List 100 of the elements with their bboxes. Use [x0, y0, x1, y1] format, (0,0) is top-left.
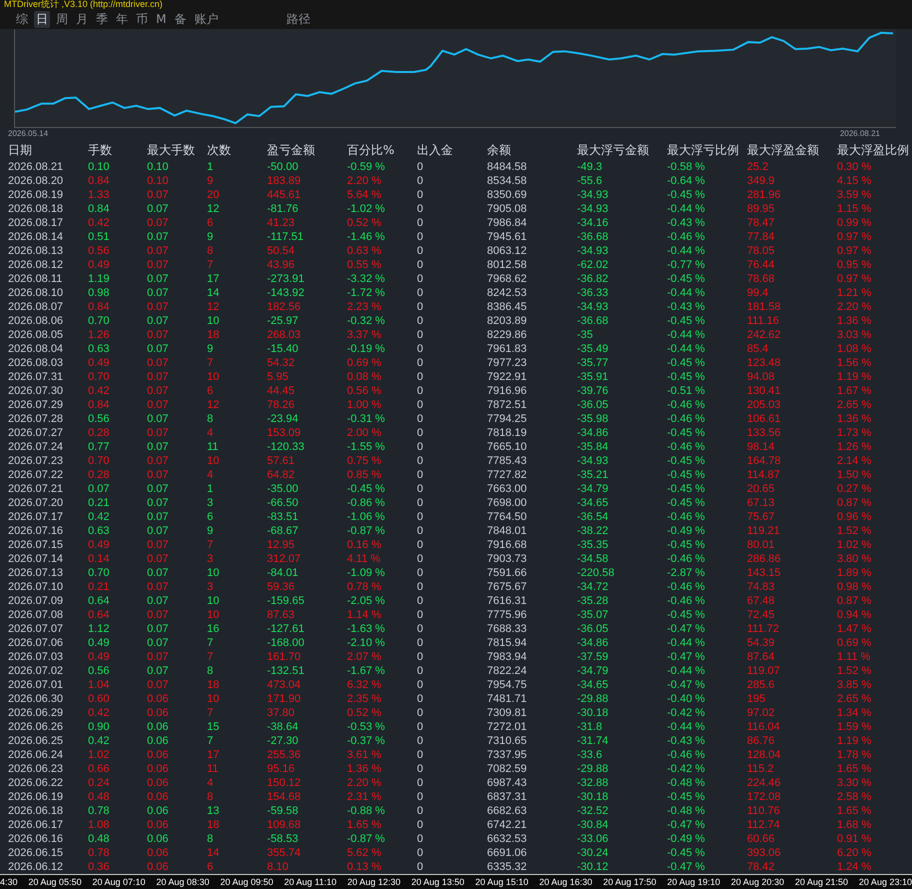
table-cell-text: 17	[207, 748, 220, 762]
table-cell-text: 12	[207, 398, 220, 412]
tab[interactable]: 月	[74, 10, 90, 28]
tab[interactable]: 季	[94, 10, 110, 28]
table-cell-text: -0.43 %	[667, 216, 706, 230]
table-cell-text: 7	[207, 258, 214, 272]
table-cell-text: 182.56	[267, 300, 302, 314]
table-cell-text: -0.31 %	[347, 412, 386, 426]
tab[interactable]: 周	[54, 10, 70, 28]
column-header: 次数	[207, 142, 232, 158]
table-cell-text: 78.42	[747, 860, 776, 874]
table-cell-text: -36.33	[577, 286, 610, 300]
table-cell-text: 10	[207, 454, 220, 468]
table-cell-text: 119.07	[747, 664, 781, 678]
table-cell-text: 2.23 %	[347, 300, 382, 314]
table-cell-text: 2026.07.23	[8, 454, 64, 468]
table-cell-text: 0.36	[88, 860, 110, 874]
tab[interactable]: 备	[172, 10, 188, 28]
table-cell-text: 0	[417, 216, 424, 230]
table-cell-text: -0.44 %	[667, 636, 706, 650]
table-cell-text: 7309.81	[487, 706, 528, 720]
table-cell-text: 0.90	[88, 720, 110, 734]
table-cell-text: 54.39	[747, 636, 776, 650]
table-cell-text: 0.56	[88, 412, 110, 426]
table-cell-text: 18	[207, 818, 220, 832]
table-cell-text: 1.73 %	[837, 426, 872, 440]
table-cell-text: 111.16	[747, 314, 780, 328]
table-cell-text: 0	[417, 552, 424, 566]
table-cell-text: 0.56	[88, 244, 110, 258]
table-cell-text: 2026.08.06	[8, 314, 64, 328]
table-cell-text: 123.48	[747, 356, 782, 370]
tab[interactable]: 路径	[284, 10, 312, 28]
table-cell-text: 0.07	[147, 608, 170, 622]
table-cell-text: -168.00	[267, 636, 306, 650]
tab[interactable]: 币	[134, 10, 150, 28]
table-cell-text: 8	[207, 832, 214, 846]
table-cell-text: 1.08 %	[837, 342, 872, 356]
table-cell-text: -0.45 %	[667, 426, 706, 440]
table-cell-text: 87.63	[267, 608, 296, 622]
table-cell-text: 2026.07.27	[8, 426, 64, 440]
table-cell-text: 0	[417, 454, 424, 468]
table-cell-text: 0	[417, 174, 424, 188]
table-cell-text: 0.16 %	[347, 538, 382, 552]
table-cell-text: 43.96	[267, 258, 296, 272]
table-cell-text: 9	[207, 174, 214, 188]
table-cell-text: 8.10	[267, 860, 290, 874]
table-cell-text: 1.50 %	[837, 468, 872, 482]
table-cell-text: -0.47 %	[667, 678, 706, 692]
tab[interactable]: 账户	[192, 10, 220, 28]
table-cell-text: 6632.53	[487, 832, 528, 846]
table-cell-text: 0.07	[147, 454, 170, 468]
table-cell-text: 6987.43	[487, 776, 528, 790]
table-cell-text: 64.82	[267, 468, 296, 482]
table-cell-text: 0	[417, 314, 424, 328]
table-cell-text: 2026.08.03	[8, 356, 64, 370]
table-cell-text: 3.80 %	[837, 552, 872, 566]
table-cell-text: 37.80	[267, 706, 296, 720]
table-cell-text: 2026.06.22	[8, 776, 64, 790]
table-cell-text: 2026.08.13	[8, 244, 64, 258]
table-cell-text: 0	[417, 748, 424, 762]
table-cell-text: 7794.25	[487, 412, 528, 426]
table-cell-text: 164.78	[747, 454, 782, 468]
table-cell-text: 2026.08.10	[8, 286, 64, 300]
table-cell-text: -33.6	[577, 748, 604, 762]
table-cell-text: 0.06	[147, 846, 170, 860]
table-cell-text: -32.52	[577, 804, 610, 818]
column-header: 余额	[487, 142, 512, 158]
table-cell-text: 0	[417, 678, 424, 692]
table-cell-text: 0.78	[88, 846, 110, 860]
tab[interactable]: 综	[14, 10, 30, 28]
table-cell-text: -0.46 %	[667, 580, 706, 594]
table-cell-text: -34.93	[577, 454, 610, 468]
table-cell-text: 7	[207, 650, 214, 664]
table-cell-text: 0.13 %	[347, 860, 382, 874]
table-cell-text: 0.42	[88, 706, 110, 720]
table-cell-text: 150.12	[267, 776, 302, 790]
tab[interactable]: 日	[34, 10, 50, 28]
table-cell-text: 0.97 %	[837, 230, 872, 244]
table-cell-text: 0.70	[88, 314, 110, 328]
table-cell-text: 0.07	[147, 524, 170, 538]
table-cell-text: 1.36 %	[837, 412, 872, 426]
table-cell-text: 1	[207, 160, 214, 174]
table-cell-text: -35	[577, 328, 594, 342]
table-cell-text: 0.49	[88, 650, 110, 664]
table-cell-text: -0.45 %	[667, 356, 706, 370]
tab[interactable]: M	[154, 10, 168, 28]
tab[interactable]: 年	[114, 10, 130, 28]
table-cell-text: -0.48 %	[667, 804, 706, 818]
table-cell-text: 0.07	[147, 370, 170, 384]
table-cell-text: -30.12	[577, 860, 610, 874]
table-cell-text: -49.3	[577, 160, 604, 174]
column-header: 最大手数	[147, 142, 196, 158]
table-cell-text: 0.97 %	[837, 244, 872, 258]
table-cell-text: 0	[417, 622, 424, 636]
table-cell-text: 1.12	[88, 622, 110, 636]
table-cell-text: 7481.71	[487, 692, 528, 706]
table-cell-text: -39.76	[577, 384, 610, 398]
table-cell-text: 2.31 %	[347, 790, 382, 804]
table-cell-text: -36.68	[577, 230, 610, 244]
table-cell-text: -0.44 %	[667, 286, 706, 300]
